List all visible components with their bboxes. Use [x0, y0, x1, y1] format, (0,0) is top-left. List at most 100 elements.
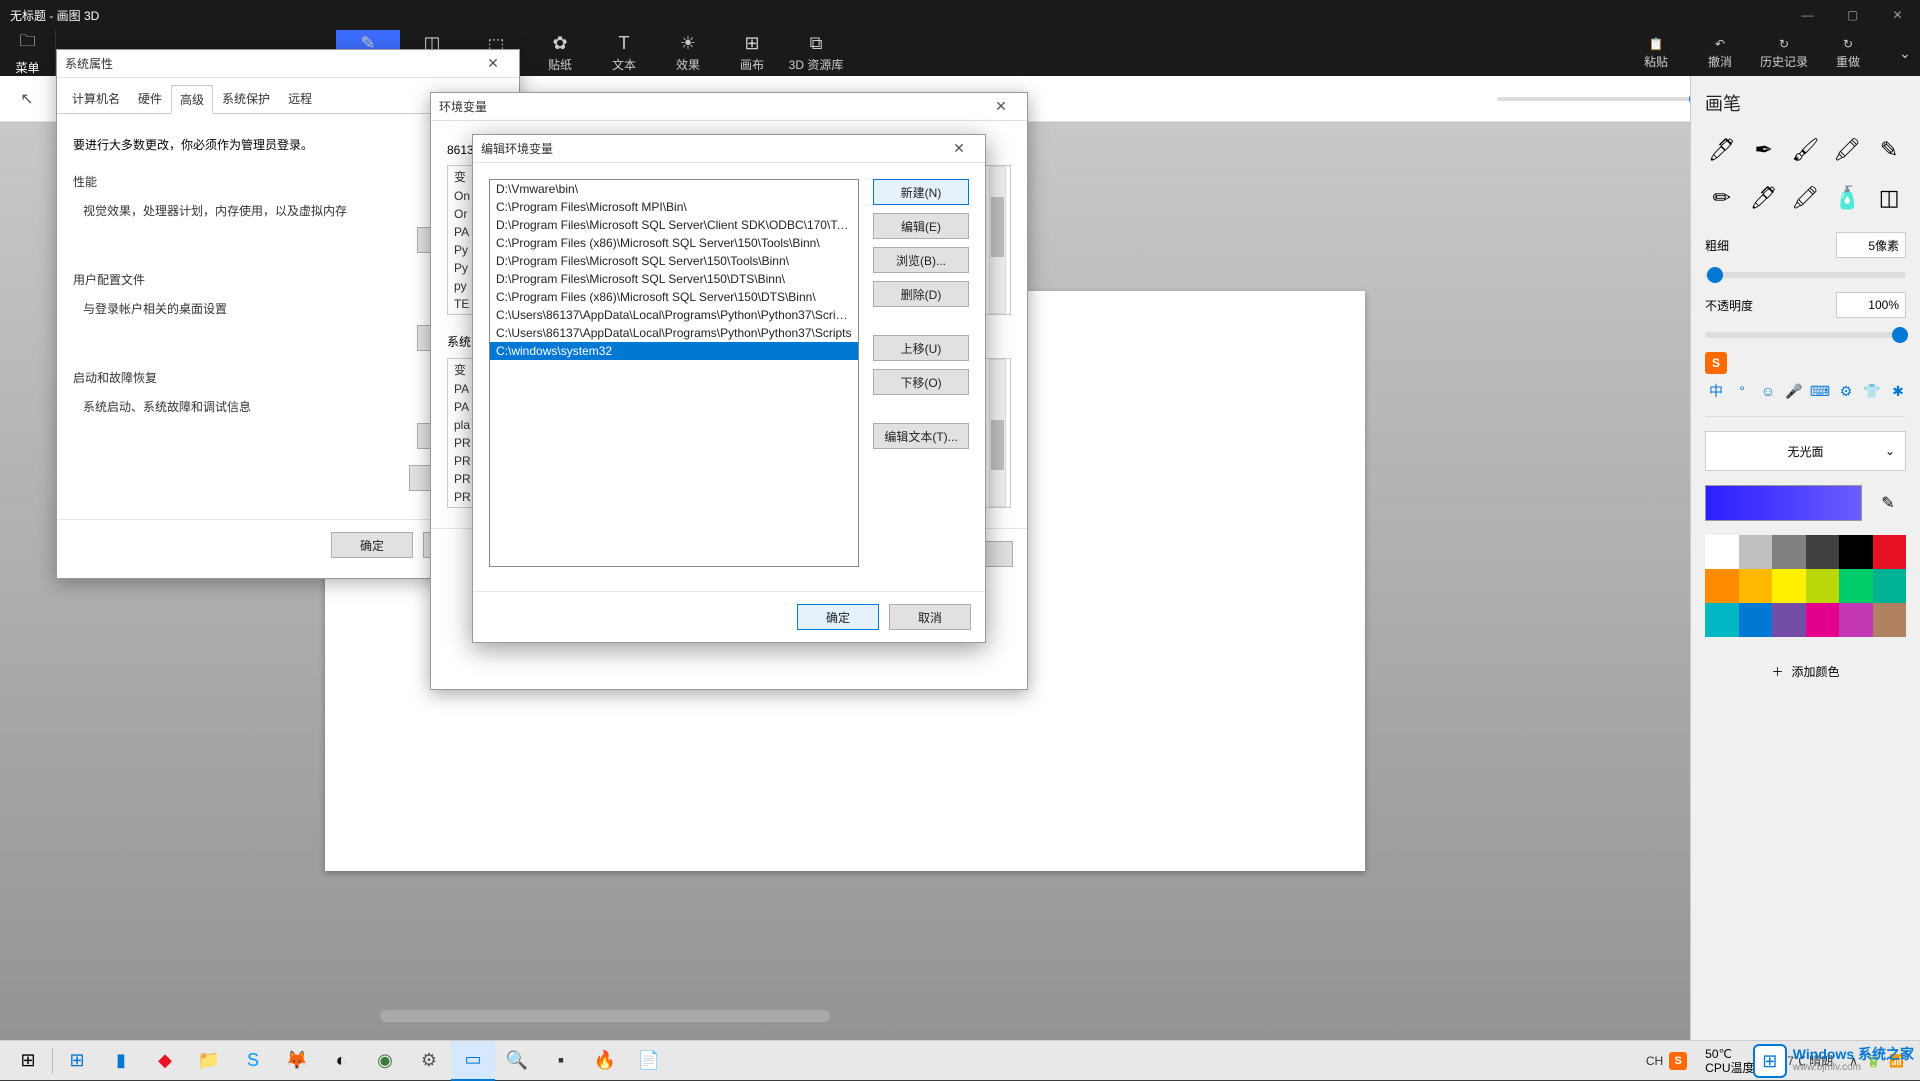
- taskbar-app-6[interactable]: ◐: [319, 1041, 363, 1081]
- thickness-slider[interactable]: [1705, 272, 1906, 278]
- ribbon-action-1[interactable]: ↶撤消: [1688, 37, 1752, 70]
- ribbon-collapse-icon[interactable]: ⌄: [1890, 30, 1920, 76]
- color-swatch-6[interactable]: [1705, 569, 1739, 603]
- path-item[interactable]: C:\Program Files (x86)\Microsoft SQL Ser…: [490, 234, 858, 252]
- edit-button[interactable]: 编辑(E): [873, 213, 969, 239]
- color-swatch-9[interactable]: [1806, 569, 1840, 603]
- horizontal-scrollbar[interactable]: [380, 1010, 830, 1022]
- brush-9[interactable]: ◫: [1872, 178, 1906, 218]
- ribbon-tab-4[interactable]: T文本: [592, 30, 656, 76]
- add-color-button[interactable]: ＋ 添加颜色: [1705, 651, 1906, 691]
- color-swatch-16[interactable]: [1839, 603, 1873, 637]
- ime-badge-icon[interactable]: S: [1669, 1052, 1687, 1070]
- taskbar-app-11[interactable]: ▪: [539, 1041, 583, 1081]
- path-item[interactable]: C:\Users\86137\AppData\Local\Programs\Py…: [490, 306, 858, 324]
- sys-tab-3[interactable]: 系统保护: [213, 84, 279, 113]
- brush-2[interactable]: 🖌: [1789, 130, 1823, 170]
- maximize-button[interactable]: ▢: [1830, 0, 1875, 30]
- taskbar-app-3[interactable]: 📁: [187, 1041, 231, 1081]
- ribbon-tab-5[interactable]: ☀效果: [656, 30, 720, 76]
- taskbar-app-8[interactable]: ⚙: [407, 1041, 451, 1081]
- weather-widget[interactable]: ☀ 7℃ 晴朗: [1773, 1052, 1834, 1069]
- tray-icon-2[interactable]: 📶: [1889, 1054, 1904, 1068]
- move-up-button[interactable]: 上移(U): [873, 335, 969, 361]
- sys-tab-4[interactable]: 远程: [279, 84, 321, 113]
- brush-7[interactable]: 🖍: [1789, 178, 1823, 218]
- ribbon-tab-6[interactable]: ⊞画布: [720, 30, 784, 76]
- close-icon[interactable]: ✕: [941, 135, 977, 163]
- ribbon-action-2[interactable]: ↻历史记录: [1752, 37, 1816, 70]
- ime-item-5[interactable]: ⚙: [1835, 380, 1857, 402]
- color-gradient[interactable]: [1705, 485, 1862, 521]
- tray-icon-0[interactable]: ∧: [1849, 1054, 1858, 1068]
- color-swatch-17[interactable]: [1873, 603, 1907, 637]
- cpu-temp[interactable]: 50℃ CPU温度: [1705, 1047, 1754, 1075]
- dialog-titlebar[interactable]: 环境变量 ✕: [431, 93, 1027, 121]
- brush-3[interactable]: 🖍: [1830, 130, 1864, 170]
- tray-icon-1[interactable]: 🔋: [1866, 1054, 1881, 1068]
- ime-item-2[interactable]: ☺: [1757, 380, 1779, 402]
- taskbar-app-2[interactable]: ◆: [143, 1041, 187, 1081]
- taskbar-app-13[interactable]: 📄: [627, 1041, 671, 1081]
- path-item[interactable]: C:\Program Files\Microsoft MPI\Bin\: [490, 198, 858, 216]
- ime-indicator[interactable]: CH: [1646, 1054, 1663, 1068]
- surface-dropdown[interactable]: 无光面 ⌄: [1705, 431, 1906, 471]
- color-swatch-5[interactable]: [1873, 535, 1907, 569]
- ime-item-7[interactable]: ✱: [1887, 380, 1909, 402]
- color-swatch-8[interactable]: [1772, 569, 1806, 603]
- taskbar-app-0[interactable]: ⊞: [55, 1041, 99, 1081]
- minimize-button[interactable]: —: [1785, 0, 1830, 30]
- ribbon-tab-7[interactable]: ⧉3D 资源库: [784, 30, 848, 76]
- opacity-input[interactable]: 100%: [1836, 292, 1906, 318]
- ime-item-1[interactable]: °: [1731, 380, 1753, 402]
- brush-8[interactable]: 🧴: [1830, 178, 1864, 218]
- ribbon-action-3[interactable]: ↻重做: [1816, 37, 1880, 70]
- path-item[interactable]: C:\Program Files (x86)\Microsoft SQL Ser…: [490, 288, 858, 306]
- taskbar-app-7[interactable]: ◉: [363, 1041, 407, 1081]
- color-swatch-0[interactable]: [1705, 535, 1739, 569]
- zoom-slider[interactable]: [1497, 97, 1697, 101]
- color-swatch-13[interactable]: [1739, 603, 1773, 637]
- brush-4[interactable]: ✎: [1872, 130, 1906, 170]
- taskbar-app-1[interactable]: ▮: [99, 1041, 143, 1081]
- brush-1[interactable]: ✒: [1747, 130, 1781, 170]
- path-item[interactable]: C:\windows\system32: [490, 342, 858, 360]
- color-swatch-2[interactable]: [1772, 535, 1806, 569]
- taskbar-app-4[interactable]: S: [231, 1041, 275, 1081]
- thickness-input[interactable]: 5像素: [1836, 232, 1906, 258]
- taskbar-app-5[interactable]: 🦊: [275, 1041, 319, 1081]
- sys-tab-2[interactable]: 高级: [171, 85, 213, 114]
- taskbar-app-10[interactable]: 🔍: [495, 1041, 539, 1081]
- path-list[interactable]: D:\Vmware\bin\C:\Program Files\Microsoft…: [489, 179, 859, 567]
- path-item[interactable]: D:\Program Files\Microsoft SQL Server\Cl…: [490, 216, 858, 234]
- color-swatch-3[interactable]: [1806, 535, 1840, 569]
- ime-item-6[interactable]: 👕: [1861, 380, 1883, 402]
- eyedropper-button[interactable]: ✎: [1870, 485, 1906, 521]
- ime-badge[interactable]: S: [1705, 352, 1727, 374]
- brush-6[interactable]: 🖊: [1747, 178, 1781, 218]
- close-icon[interactable]: ✕: [475, 50, 511, 78]
- color-swatch-10[interactable]: [1839, 569, 1873, 603]
- sys-tab-0[interactable]: 计算机名: [63, 84, 129, 113]
- color-swatch-1[interactable]: [1739, 535, 1773, 569]
- brush-5[interactable]: ✏: [1705, 178, 1739, 218]
- ribbon-action-0[interactable]: 📋粘贴: [1624, 37, 1688, 70]
- ribbon-tab-3[interactable]: ✿贴纸: [528, 30, 592, 76]
- sysprops-ok-button[interactable]: 确定: [331, 532, 413, 558]
- close-icon[interactable]: ✕: [983, 93, 1019, 121]
- ime-item-4[interactable]: ⌨: [1809, 380, 1831, 402]
- ime-item-0[interactable]: 中: [1705, 380, 1727, 402]
- ime-item-3[interactable]: 🎤: [1783, 380, 1805, 402]
- brush-0[interactable]: 🖊: [1705, 130, 1739, 170]
- path-item[interactable]: C:\Users\86137\AppData\Local\Programs\Py…: [490, 324, 858, 342]
- path-item[interactable]: D:\Vmware\bin\: [490, 180, 858, 198]
- edit-text-button[interactable]: 编辑文本(T)...: [873, 423, 969, 449]
- color-swatch-15[interactable]: [1806, 603, 1840, 637]
- editenv-ok-button[interactable]: 确定: [797, 604, 879, 630]
- taskbar-app-12[interactable]: 🔥: [583, 1041, 627, 1081]
- sys-tab-1[interactable]: 硬件: [129, 84, 171, 113]
- taskbar-app-9[interactable]: ▭: [451, 1041, 495, 1081]
- color-swatch-7[interactable]: [1739, 569, 1773, 603]
- move-down-button[interactable]: 下移(O): [873, 369, 969, 395]
- delete-button[interactable]: 删除(D): [873, 281, 969, 307]
